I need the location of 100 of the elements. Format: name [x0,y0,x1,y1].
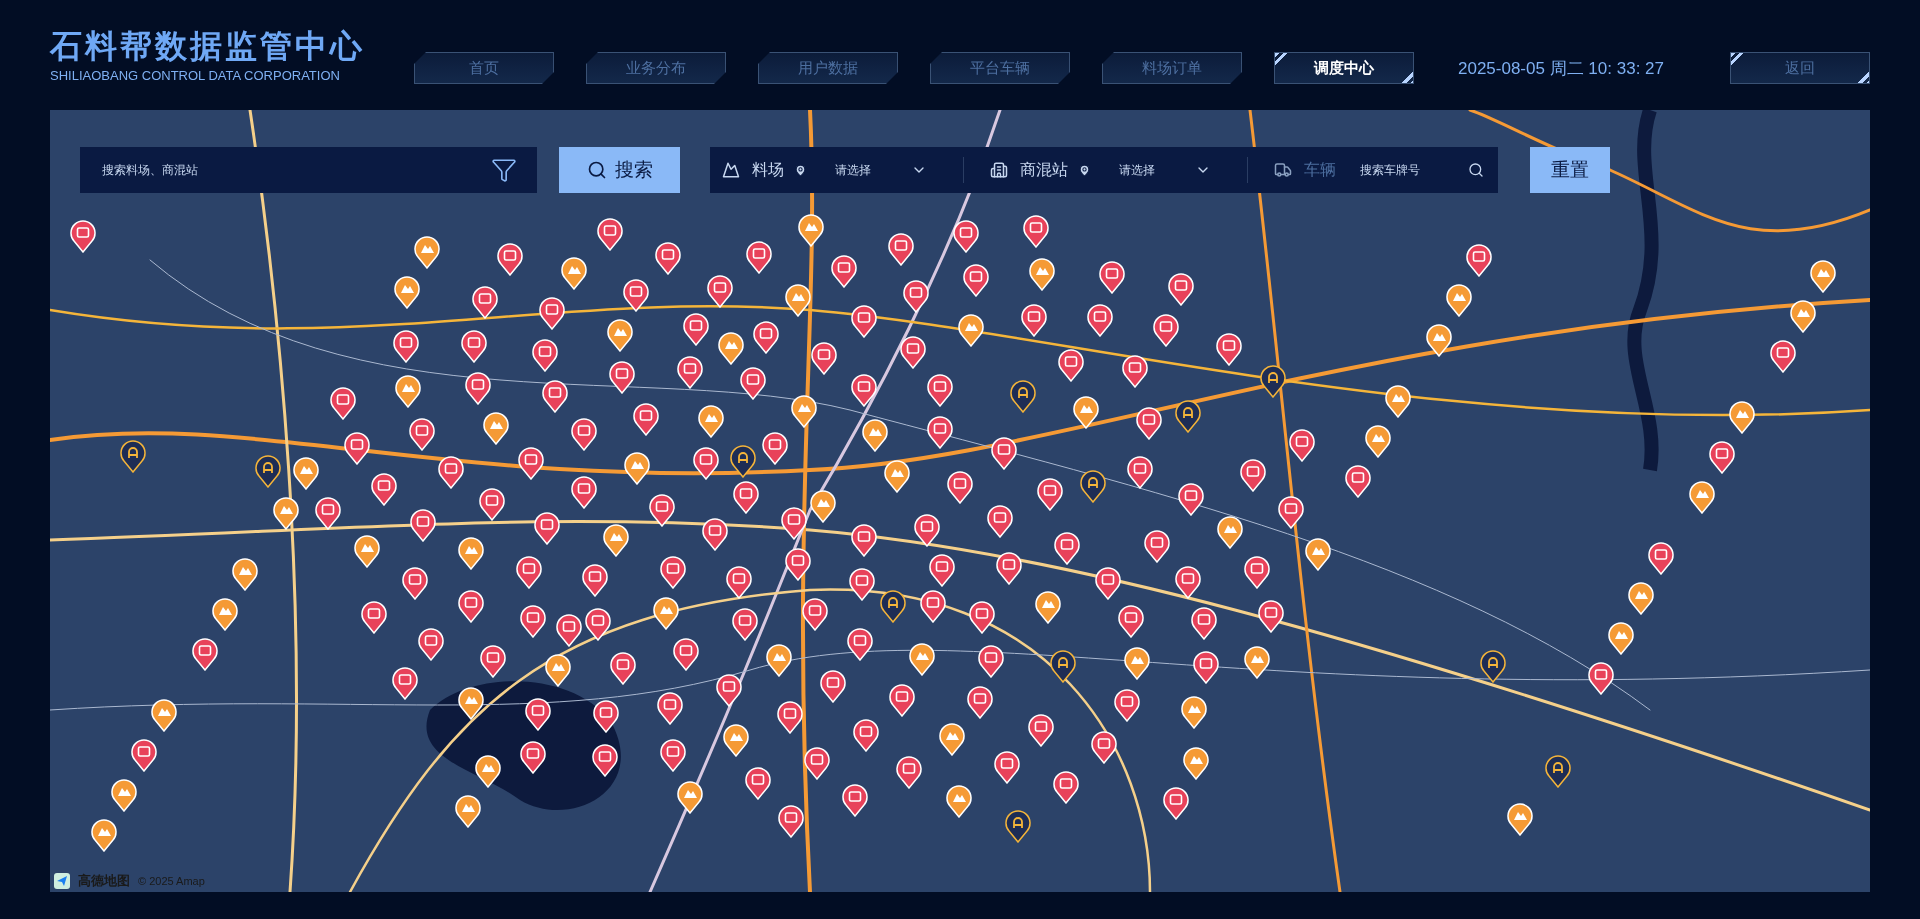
location-pin-icon[interactable] [850,305,877,339]
location-pin-icon[interactable] [582,563,609,597]
select-dropdown[interactable]: 请选择 [1101,161,1221,179]
location-pin-icon[interactable] [515,556,542,589]
location-pin-icon[interactable] [437,456,464,489]
location-pin-icon[interactable] [1244,555,1271,589]
location-pin-icon[interactable] [1152,314,1179,347]
location-pin-icon[interactable] [908,643,935,677]
location-pin-icon[interactable] [1090,731,1117,765]
location-pin-icon[interactable] [677,780,704,814]
location-pin-icon[interactable] [899,336,926,370]
location-pin-icon[interactable] [1446,284,1472,317]
location-pin-icon[interactable] [716,673,743,707]
location-pin-icon[interactable] [929,553,956,587]
location-pin-icon[interactable] [1790,300,1816,333]
location-pin-icon[interactable] [887,233,914,267]
location-pin-icon[interactable] [723,724,750,758]
location-pin-icon[interactable] [1053,532,1080,566]
location-pin-icon[interactable] [232,558,258,591]
plate-input[interactable]: 搜索车牌号 [1358,162,1458,178]
station-pin-icon[interactable] [255,455,281,488]
location-pin-icon[interactable] [1123,646,1150,680]
location-pin-icon[interactable] [1023,214,1050,248]
location-pin-icon[interactable] [781,506,808,540]
location-pin-icon[interactable] [698,405,725,439]
location-pin-icon[interactable] [1466,244,1492,277]
location-pin-icon[interactable] [848,568,875,602]
location-pin-icon[interactable] [1163,787,1189,820]
location-pin-icon[interactable] [1385,385,1411,418]
location-pin-icon[interactable] [1174,566,1201,600]
station-pin-icon[interactable] [1080,470,1106,503]
location-pin-icon[interactable] [883,460,910,494]
location-pin-icon[interactable] [556,614,582,647]
location-pin-icon[interactable] [762,432,789,465]
location-pin-icon[interactable] [315,497,342,530]
location-pin-icon[interactable] [591,743,618,777]
location-pin-icon[interactable] [464,372,491,406]
location-pin-icon[interactable] [706,274,733,308]
location-pin-icon[interactable] [693,447,720,481]
location-pin-icon[interactable] [752,320,779,354]
location-pin-icon[interactable] [659,556,686,590]
location-pin-icon[interactable] [889,684,916,718]
location-pin-icon[interactable] [1193,650,1220,684]
location-pin-icon[interactable] [1305,538,1332,572]
location-pin-icon[interactable] [654,241,681,275]
location-pin-icon[interactable] [273,497,299,530]
location-pin-icon[interactable] [1608,622,1634,655]
location-pin-icon[interactable] [952,219,979,253]
location-pin-icon[interactable] [458,590,484,624]
location-pin-icon[interactable] [393,330,420,364]
location-pin-icon[interactable] [1258,599,1285,633]
location-pin-icon[interactable] [570,418,597,452]
location-pin-icon[interactable] [392,666,419,700]
location-pin-icon[interactable] [1345,465,1371,498]
location-pin-icon[interactable] [608,360,635,394]
location-pin-icon[interactable] [1020,303,1047,337]
location-pin-icon[interactable] [151,699,177,732]
station-pin-icon[interactable] [120,440,146,473]
map-view[interactable]: 搜索料场、商混站 搜索 料场 请选择 商混站 请选择 车辆 搜索车牌号 重置 高德地图 © 2025 Amap [50,110,1870,892]
location-pin-icon[interactable] [1770,340,1796,373]
location-pin-icon[interactable] [1244,646,1270,679]
location-pin-icon[interactable] [394,276,420,309]
location-pin-icon[interactable] [1191,607,1218,641]
location-pin-icon[interactable] [963,264,990,298]
location-pin-icon[interactable] [1426,324,1452,357]
location-pin-icon[interactable] [192,638,218,671]
location-pin-icon[interactable] [811,341,838,375]
location-pin-icon[interactable] [676,356,703,390]
location-pin-icon[interactable] [1729,401,1755,434]
location-pin-icon[interactable] [1034,591,1061,625]
location-pin-icon[interactable] [798,213,825,247]
location-pin-icon[interactable] [1027,713,1054,747]
location-pin-icon[interactable] [1127,456,1154,490]
location-pin-icon[interactable] [851,523,878,557]
location-pin-icon[interactable] [585,607,612,641]
location-pin-icon[interactable] [744,767,771,801]
location-pin-icon[interactable] [853,718,880,752]
location-pin-icon[interactable] [520,740,547,774]
station-pin-icon[interactable] [1005,810,1031,843]
location-pin-icon[interactable] [938,723,965,757]
location-pin-icon[interactable] [746,241,773,275]
location-pin-icon[interactable] [409,508,436,542]
location-pin-icon[interactable] [1036,478,1063,512]
location-pin-icon[interactable] [946,785,973,819]
location-pin-icon[interactable] [1689,481,1715,514]
location-pin-icon[interactable] [603,524,630,558]
location-pin-icon[interactable] [414,236,440,269]
location-pin-icon[interactable] [371,473,398,507]
location-pin-icon[interactable] [920,590,946,623]
location-pin-icon[interactable] [409,417,436,451]
location-pin-icon[interactable] [592,699,619,733]
location-pin-icon[interactable] [457,686,484,720]
location-pin-icon[interactable] [978,644,1005,678]
location-pin-icon[interactable] [623,278,650,312]
location-pin-icon[interactable] [360,601,387,635]
location-pin-icon[interactable] [830,254,857,288]
location-pin-icon[interactable] [777,804,804,838]
location-pin-icon[interactable] [1135,407,1162,441]
location-pin-icon[interactable] [545,653,572,687]
location-pin-icon[interactable] [733,481,760,515]
